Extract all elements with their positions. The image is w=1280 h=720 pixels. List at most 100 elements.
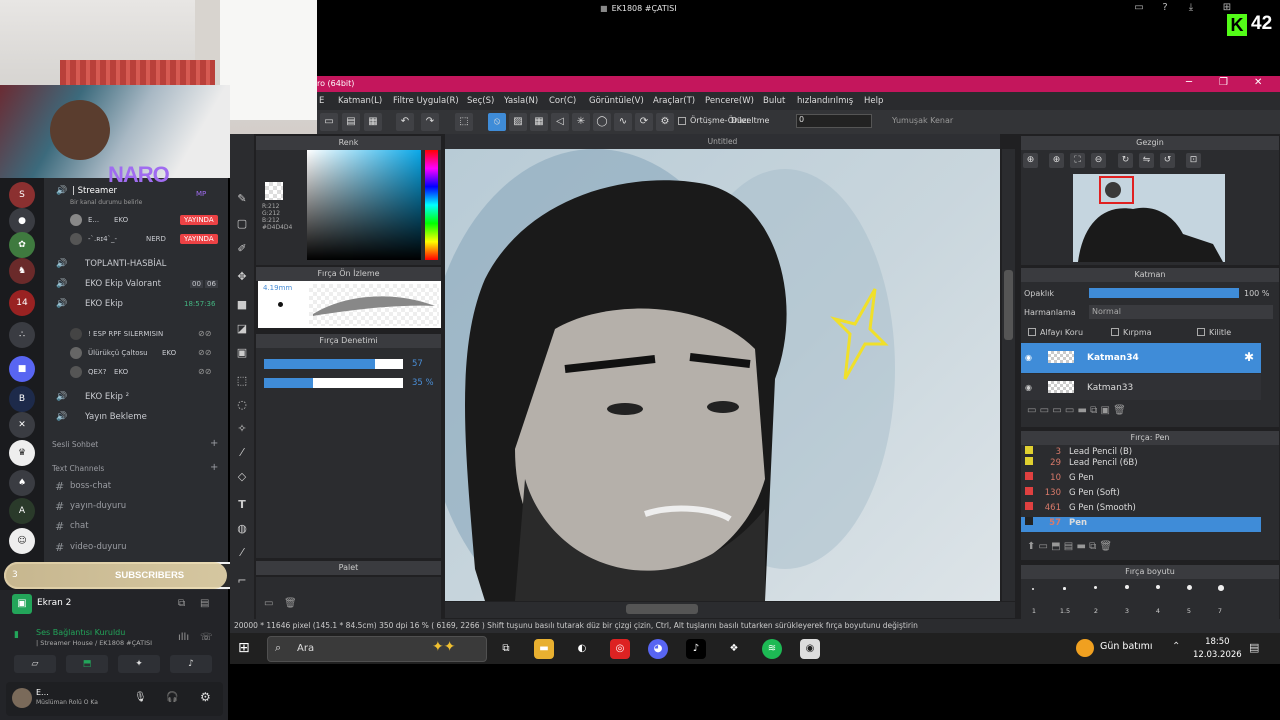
canvas-tab[interactable]: Untitled — [445, 134, 1000, 149]
ruler-icon[interactable]: ▨ — [509, 113, 527, 131]
blend-mode-select[interactable]: Normal — [1089, 305, 1273, 319]
vertical-scroll-thumb[interactable] — [1004, 270, 1013, 340]
new-palette-icon[interactable]: ▭ — [264, 598, 273, 609]
menu-layer[interactable]: Katman(L) — [338, 96, 382, 106]
server-icon[interactable]: A — [9, 498, 35, 524]
soundboard-button[interactable]: ♪ — [170, 655, 212, 673]
eye-icon[interactable]: ◉ — [1025, 353, 1032, 362]
popout-icon[interactable]: ⧉ — [178, 598, 185, 609]
noise-icon[interactable]: ıllı — [178, 632, 189, 643]
help-icon[interactable]: ? — [1158, 2, 1172, 16]
minimize-icon[interactable]: ─ — [1186, 77, 1192, 88]
menu-align[interactable]: Yasla(N) — [504, 96, 538, 106]
menu-help[interactable]: Help — [864, 96, 883, 106]
menu-cor[interactable]: Cor(C) — [549, 96, 576, 106]
curve-icon[interactable]: ∿ — [614, 113, 632, 131]
text-channel[interactable]: chat — [70, 521, 89, 531]
restore-icon[interactable]: ❐ — [1219, 77, 1228, 88]
settings-gear-icon[interactable]: ⚙ — [200, 690, 211, 704]
hue-slider[interactable] — [425, 150, 438, 260]
app-icon[interactable]: ◎ — [610, 639, 630, 659]
voice-user[interactable]: -`.ʀɪ4`_- — [88, 235, 117, 243]
notification-icon[interactable]: ▤ — [1249, 641, 1259, 654]
reset-icon[interactable]: ↺ — [1160, 153, 1175, 168]
fit-icon[interactable]: ⛶ — [1070, 153, 1085, 168]
zoom-in-icon[interactable]: ⊕ — [1023, 153, 1038, 168]
text-category[interactable]: Text Channels — [52, 464, 104, 473]
server-icon[interactable]: 14 — [9, 290, 35, 316]
new-icon[interactable]: ▭ — [320, 113, 338, 131]
menu-tools[interactable]: Araçlar(T) — [653, 96, 695, 106]
brush-item[interactable]: 10 G Pen — [1021, 472, 1261, 487]
figure-tool-icon[interactable]: ◇ — [233, 468, 251, 486]
add-channel-icon[interactable]: + — [210, 462, 218, 473]
headset-icon[interactable]: 🎧 — [166, 692, 178, 703]
menu-cloud[interactable]: Bulut — [763, 96, 785, 106]
server-icon[interactable]: B — [9, 386, 35, 412]
brush-size-option[interactable]: 1 — [1024, 607, 1044, 615]
open-icon[interactable]: ▤ — [342, 113, 360, 131]
brush-size-option[interactable]: 3 — [1117, 607, 1137, 615]
brush-tool-icon[interactable]: ✐ — [233, 240, 251, 258]
server-icon[interactable]: ∴ — [9, 322, 35, 348]
streamer-channel[interactable]: | Streamer — [72, 186, 117, 196]
undo-icon[interactable]: ↶ — [396, 113, 414, 131]
weather-text[interactable]: Gün batımı — [1100, 641, 1153, 652]
snap-icon[interactable]: ⦸ — [488, 113, 506, 131]
voice-category[interactable]: Sesli Sohbet — [52, 440, 98, 449]
layer-name[interactable]: Katman33 — [1087, 383, 1133, 393]
fill-tool-icon[interactable]: ■ — [233, 296, 251, 314]
chrome-icon[interactable]: ◉ — [800, 639, 820, 659]
server-icon[interactable]: ✕ — [9, 412, 35, 438]
voice-channel[interactable]: Yayın Bekleme — [85, 412, 147, 422]
brush-item[interactable]: 29 Lead Pencil (6B) — [1021, 457, 1261, 472]
close-icon[interactable]: ✕ — [1254, 77, 1262, 88]
deselect-icon[interactable]: ⬚ — [455, 113, 473, 131]
brush-size-dot[interactable] — [1218, 585, 1224, 591]
video-off-button[interactable]: ▱ — [14, 655, 56, 673]
clock[interactable]: 18:50 12.03.2026 — [1193, 636, 1242, 662]
brush-size-dot[interactable] — [1032, 588, 1034, 590]
voice-channel[interactable]: EKO Ekip ² — [85, 392, 129, 402]
text-channel[interactable]: yayın-duyuru — [70, 501, 126, 511]
download-icon[interactable]: ⤓ — [1184, 2, 1198, 16]
flip-icon[interactable]: ⇋ — [1139, 153, 1154, 168]
activities-button[interactable]: ✦ — [118, 655, 160, 673]
text-channel[interactable]: video-duyuru — [70, 542, 127, 552]
move-tool-icon[interactable]: ✥ — [233, 268, 251, 286]
brush-size-dot[interactable] — [1063, 587, 1066, 590]
text-channel[interactable]: boss-chat — [70, 481, 111, 491]
disconnect-icon[interactable]: ☏ — [200, 632, 213, 643]
tray-chevron-icon[interactable]: ⌃ — [1172, 641, 1180, 652]
layer-name[interactable]: Katman34 — [1087, 353, 1139, 363]
lasso-tool-icon[interactable]: ◌ — [233, 396, 251, 414]
menu-select[interactable]: Seç(S) — [467, 96, 494, 106]
voice-channel[interactable]: EKO Ekip — [85, 299, 123, 309]
mic-icon[interactable]: 🎙 — [134, 692, 147, 703]
lock-icon[interactable]: ⊡ — [1186, 153, 1201, 168]
current-color-swatch[interactable] — [265, 182, 283, 200]
screen-share-icon[interactable]: ▭ — [1132, 2, 1146, 16]
server-icon[interactable]: ● — [9, 208, 35, 234]
antialias-checkbox[interactable] — [678, 117, 686, 125]
radial-icon[interactable]: ✳ — [572, 113, 590, 131]
brush-size-option[interactable]: 2 — [1086, 607, 1106, 615]
clip-checkbox[interactable] — [1111, 328, 1119, 336]
voice-user[interactable]: ! ESP RPF SILERMISIN — [88, 330, 163, 338]
menu-timelapse[interactable]: hızlandırılmış — [797, 96, 853, 106]
zoom-out-icon[interactable]: ⊖ — [1091, 153, 1106, 168]
voice-user[interactable]: QEX? — [88, 368, 106, 376]
windows-start-icon[interactable]: ⊞ — [238, 640, 250, 656]
menu-edit[interactable]: E — [319, 96, 324, 106]
brush-size-option[interactable]: 4 — [1148, 607, 1168, 615]
stabilization-input[interactable]: 0 — [796, 114, 872, 128]
file-explorer-icon[interactable]: ▬ — [534, 639, 554, 659]
spotify-icon[interactable]: ≋ — [762, 639, 782, 659]
delete-palette-icon[interactable]: 🗑 — [284, 598, 297, 609]
bucket-tool-icon[interactable]: ◪ — [233, 320, 251, 338]
circle-icon[interactable]: ◯ — [593, 113, 611, 131]
perspective-icon[interactable]: ◁ — [551, 113, 569, 131]
app-icon[interactable]: ◐ — [572, 639, 592, 659]
server-icon[interactable]: ■ — [9, 356, 35, 382]
ruler-tool-icon[interactable]: ⌐ — [233, 572, 251, 590]
